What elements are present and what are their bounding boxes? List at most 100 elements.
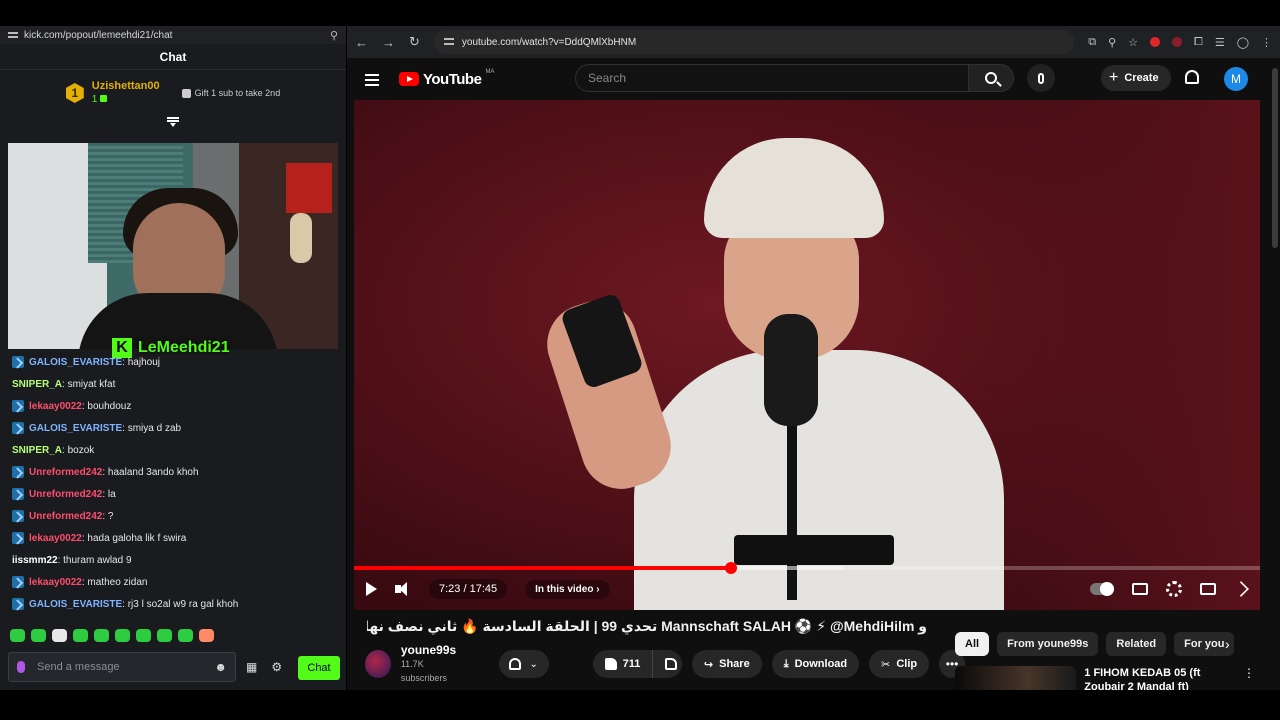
chat-text: : smiya d zab [122, 422, 182, 434]
chat-username[interactable]: GALOIS_EVARISTE [29, 423, 122, 434]
store-icon[interactable]: ▦ [246, 660, 257, 674]
chat-username[interactable]: Unreformed242 [29, 511, 102, 522]
emote-icon[interactable] [199, 629, 214, 642]
account-avatar[interactable]: M [1224, 67, 1248, 91]
in-this-video-label: In this video [535, 583, 594, 595]
chat-username[interactable]: lekaay0022 [29, 401, 82, 412]
channel-name[interactable]: youne99s [401, 643, 467, 657]
bookmark-star-icon[interactable]: ☆ [1128, 36, 1138, 49]
emote-icon[interactable] [157, 629, 172, 642]
gift-sub-cta[interactable]: Gift 1 sub to take 2nd [181, 88, 280, 98]
screen-top-bar [0, 0, 1280, 26]
chat-text: : haaland 3ando khoh [102, 466, 199, 478]
sub-badge-icon [12, 598, 24, 610]
chat-username[interactable]: GALOIS_EVARISTE [29, 599, 122, 610]
profile-icon[interactable]: ◯ [1237, 36, 1249, 49]
microphone-icon [1038, 72, 1044, 84]
top-gifter-banner[interactable]: 1 Uzishettan00 1 Gift 1 sub to take 2nd [0, 70, 346, 116]
top-gifter-name[interactable]: Uzishettan00 [92, 80, 160, 93]
chat-message-input[interactable]: Send a message ☻ [8, 652, 236, 682]
emote-icon[interactable] [136, 629, 151, 642]
send-chat-button[interactable]: Chat [298, 656, 340, 680]
emote-icon[interactable] [73, 629, 88, 642]
extensions-puzzle-icon[interactable]: ⧠ [1194, 36, 1203, 49]
chat-text: : rj3 l so2al w9 ra gal khoh [122, 598, 239, 610]
more-vertical-icon[interactable]: ⋮ [1243, 666, 1255, 690]
create-button[interactable]: + Create [1101, 65, 1171, 91]
chip-related[interactable]: Related [1106, 632, 1167, 656]
channel-avatar[interactable] [365, 650, 391, 678]
chat-username[interactable]: iissmm22 [12, 555, 58, 566]
emote-icon[interactable] [94, 629, 109, 642]
chevron-right-icon[interactable]: › [1225, 636, 1230, 652]
chat-username[interactable]: Unreformed242 [29, 467, 102, 478]
emote-bar [10, 629, 214, 642]
fullscreen-icon[interactable] [1233, 581, 1249, 597]
dislike-button[interactable] [653, 650, 682, 678]
emote-icon[interactable] [10, 629, 25, 642]
play-icon[interactable] [366, 582, 377, 596]
recommended-title[interactable]: 1 FIHOM KEDAB 05 (ft Zoubair 2 Mandal ft… [1084, 666, 1231, 690]
site-settings-icon[interactable] [8, 30, 18, 40]
search-input[interactable]: Search [575, 64, 969, 92]
zoom-icon[interactable]: ⚲ [1108, 36, 1116, 49]
download-button[interactable]: ⤓ Download [771, 650, 860, 678]
chip-all[interactable]: All [955, 632, 990, 656]
seek-bar[interactable] [354, 562, 1260, 574]
miniplayer-icon[interactable] [1200, 583, 1216, 595]
clip-button[interactable]: ✂ Clip [869, 650, 930, 678]
like-button[interactable]: 711 [593, 650, 654, 678]
sub-badge-icon [12, 576, 24, 588]
chat-username[interactable]: lekaay0022 [29, 533, 82, 544]
pinned-toggle[interactable] [0, 116, 346, 130]
page-scrollbar[interactable] [1272, 68, 1278, 248]
back-arrow-icon[interactable]: ← [355, 35, 368, 50]
emote-icon[interactable] [31, 629, 46, 642]
address-bar[interactable]: youtube.com/watch?v=DddQMlXbHNM [433, 30, 1075, 54]
autoplay-toggle[interactable] [1090, 582, 1114, 596]
search-button[interactable] [968, 64, 1014, 92]
recommended-video[interactable]: 1 FIHOM KEDAB 05 (ft Zoubair 2 Mandal ft… [955, 666, 1255, 690]
played-bar [354, 566, 731, 570]
share-button[interactable]: ↪ Share [691, 650, 762, 678]
chip-from-channel[interactable]: From youne99s [997, 632, 1099, 656]
chat-username[interactable]: SNIPER_A [12, 445, 62, 456]
install-app-icon[interactable]: ⧉ [1088, 36, 1096, 49]
forward-arrow-icon[interactable]: → [382, 35, 395, 50]
hamburger-menu-icon[interactable] [365, 73, 379, 85]
microphone-icon[interactable] [17, 661, 25, 673]
youtube-masthead: YouTube MA Search + Create M [347, 58, 1280, 100]
chat-username[interactable]: Unreformed242 [29, 489, 102, 500]
video-player[interactable]: 7:23 / 17:45 In this video › [354, 100, 1260, 610]
current-time: 7:23 [439, 583, 461, 595]
settings-gear-icon[interactable]: ⚙ [271, 660, 282, 674]
download-label: Download [794, 658, 848, 670]
extension-badge-icon[interactable] [1172, 37, 1182, 47]
site-info-icon[interactable] [443, 38, 454, 46]
subscription-bell-button[interactable]: ⌄ [498, 650, 549, 678]
volume-icon[interactable] [395, 582, 411, 596]
reload-icon[interactable]: ↻ [409, 34, 420, 50]
emote-icon[interactable] [52, 629, 67, 642]
reading-list-icon[interactable]: ☰ [1215, 36, 1225, 49]
chat-username[interactable]: lekaay0022 [29, 577, 82, 588]
youtube-logo[interactable]: YouTube MA [399, 69, 494, 88]
gift-box-icon [181, 88, 191, 98]
emoji-picker-icon[interactable]: ☻ [214, 660, 227, 674]
in-this-video-chip[interactable]: In this video › [525, 579, 610, 599]
notifications-bell-icon[interactable] [1185, 70, 1199, 84]
subtitles-icon[interactable] [1132, 583, 1148, 595]
chat-message: lekaay0022: bouhdouz [12, 395, 334, 417]
chat-username[interactable]: GALOIS_EVARISTE [29, 357, 122, 368]
browser-menu-icon[interactable]: ⋮ [1261, 36, 1272, 49]
emote-icon[interactable] [178, 629, 193, 642]
scrubber-handle[interactable] [724, 562, 737, 574]
expand-pinned-icon[interactable] [167, 116, 179, 127]
extension-red-icon[interactable] [1150, 37, 1160, 47]
voice-search-button[interactable] [1027, 64, 1055, 92]
emote-icon[interactable] [115, 629, 130, 642]
settings-gear-icon[interactable] [1166, 581, 1182, 597]
chat-username[interactable]: SNIPER_A [12, 379, 62, 390]
recommended-thumbnail[interactable] [955, 666, 1077, 690]
zoom-icon[interactable]: ⚲ [330, 29, 338, 42]
